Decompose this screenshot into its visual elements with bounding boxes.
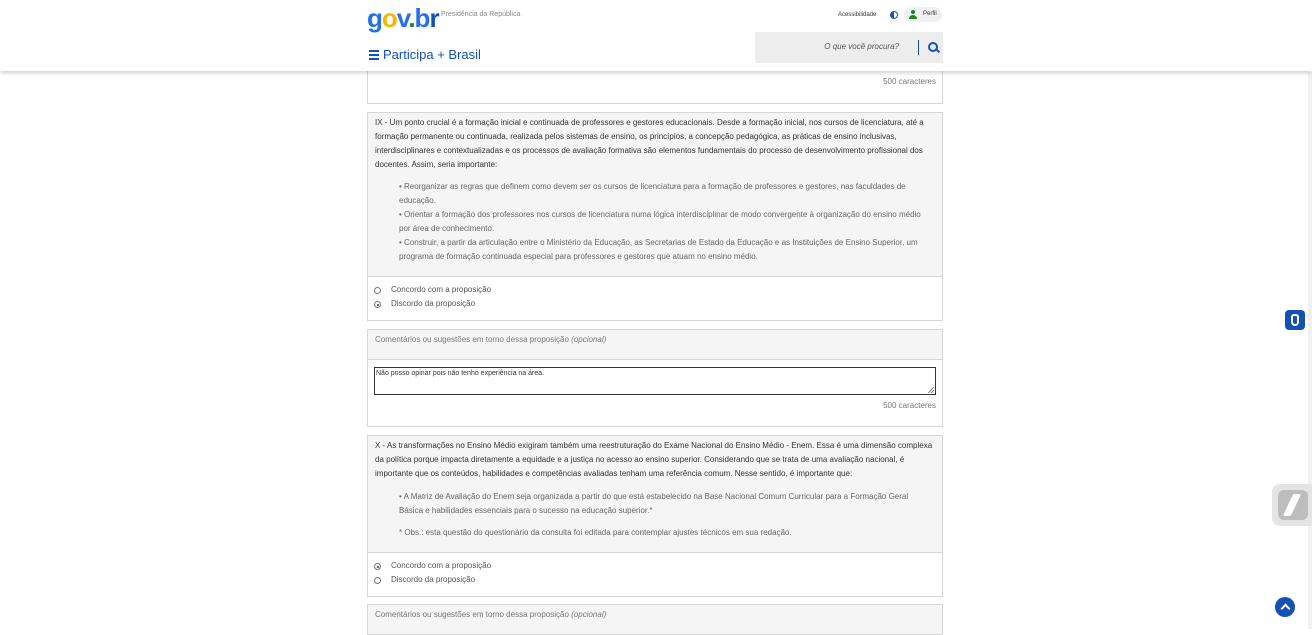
comment-value: Não posso opinar pois não tenho experiên… [376,370,545,377]
comment-label: Comentários ou sugestões em torno dessa … [375,610,606,619]
question-x-bullets: • A Matriz de Avaliação do Enem seja org… [399,490,934,540]
option-label: Discordo da proposição [391,299,476,308]
radio-button[interactable] [374,301,381,308]
list-item: • Orientar a formação dos professores no… [399,210,921,233]
user-icon [909,10,917,19]
site-title[interactable]: Participa + Brasil [383,47,481,62]
resize-handle-icon[interactable] [928,387,934,393]
search-divider [918,40,919,55]
question-x-card: X - As transformações no Ensino Médio ex… [367,435,943,553]
hamburger-menu-icon[interactable] [369,50,379,60]
site-header: gov.br Presidência da República Acessibi… [0,0,1312,71]
question-x-text: X - As transformações no Ensino Médio ex… [375,441,933,478]
accessibility-link[interactable]: Acessibilidade [838,12,876,18]
character-counter: 500 caracteres [883,401,936,410]
profile-label: Perfil [923,11,937,17]
search-input[interactable]: O que você procura? [824,42,899,51]
logo-letter: b [414,3,431,33]
option-label: Concordo com a proposição [391,561,492,570]
search-icon[interactable] [928,42,938,52]
logo-letter: r [429,3,439,33]
character-counter: 500 caracteres [883,77,936,86]
comment-label-text: Comentários ou sugestões em torno dessa … [375,610,569,619]
widget-icon [1278,490,1308,520]
question-x-options: Concordo com a proposição Discordo da pr… [367,552,943,597]
contrast-icon[interactable] [890,11,898,19]
sign-language-icon[interactable] [1285,310,1305,330]
question-ix-options: Concordo com a proposição Discordo da pr… [367,276,943,321]
accessibility-widget[interactable] [1272,484,1312,526]
optional-marker: (opcional) [571,610,607,619]
comment-label: Comentários ou sugestões em torno dessa … [375,335,606,344]
question-ix-text: IX - Um ponto crucial é a formação inici… [375,118,924,169]
question-ix-card: IX - Um ponto crucial é a formação inici… [367,112,943,277]
list-item: • Construir, a partir da articulação ent… [399,238,918,261]
search-box[interactable]: O que você procura? [755,32,943,63]
logo-letter: g [367,3,383,33]
optional-marker: (opcional) [571,335,607,344]
comment-label-text: Comentários ou sugestões em torno dessa … [375,335,569,344]
comment-ix-header: Comentários ou sugestões em torno dessa … [367,329,943,360]
option-label: Discordo da proposição [391,575,476,584]
profile-button[interactable]: Perfil [904,7,942,22]
govbr-logo[interactable]: gov.br [367,3,440,34]
radio-button[interactable] [374,287,381,294]
comment-textarea[interactable]: Não posso opinar pois não tenho experiên… [374,367,936,395]
option-label: Concordo com a proposição [391,285,492,294]
question-ix-bullets: • Reorganizar as regras que definem como… [399,180,934,264]
comment-x-header: Comentários ou sugestões em torno dessa … [367,604,943,635]
comment-ix-body: Não posso opinar pois não tenho experiên… [367,359,943,427]
radio-button[interactable] [374,577,381,584]
scrollbar[interactable] [1308,72,1312,629]
organization-name: Presidência da República [441,11,521,18]
list-item: • A Matriz de Avaliação do Enem seja org… [399,492,909,515]
radio-button[interactable] [374,563,381,570]
list-item: • Reorganizar as regras que definem como… [399,182,906,205]
editor-note: * Obs.: esta questão do questionário da … [399,528,792,537]
logo-letter: o [381,3,398,33]
logo-letter: v [396,3,409,33]
back-to-top-icon[interactable] [1275,597,1295,617]
